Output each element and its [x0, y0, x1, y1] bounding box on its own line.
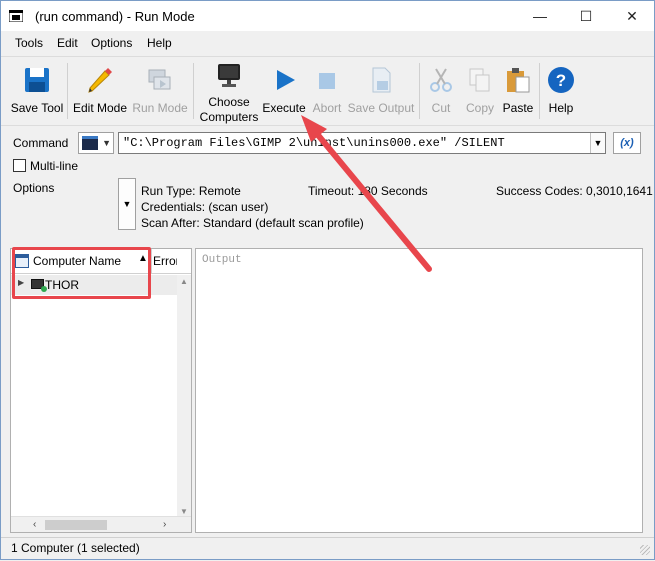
- status-bar: 1 Computer (1 selected): [1, 537, 654, 559]
- help-button[interactable]: ? Help: [543, 59, 579, 123]
- app-icon: [9, 10, 23, 22]
- title-bar: (run command) - Run Mode — ☐ ✕: [1, 1, 654, 31]
- output-panel[interactable]: Output: [195, 248, 643, 533]
- save-output-button[interactable]: Save Output: [345, 59, 417, 123]
- column-error[interactable]: Error: [153, 254, 177, 268]
- console-icon: [82, 136, 98, 150]
- toolbar-separator: [67, 63, 68, 119]
- help-question-icon: ?: [548, 67, 574, 93]
- chevron-down-icon: ▼: [122, 199, 132, 209]
- multiline-label: Multi-line: [30, 158, 79, 173]
- success-codes-text: Success Codes: 0,3010,1641: [496, 184, 653, 198]
- menu-tools[interactable]: Tools: [15, 36, 43, 50]
- help-label: Help: [548, 101, 574, 115]
- output-placeholder: Output: [202, 254, 242, 266]
- highlight-box: [12, 247, 151, 299]
- insert-variable-button[interactable]: (x): [613, 132, 641, 154]
- scroll-up-icon[interactable]: ▲: [177, 277, 191, 286]
- scroll-down-icon[interactable]: ▼: [177, 507, 191, 516]
- save-tool-button[interactable]: Save Tool: [9, 59, 65, 123]
- window-title: (run command) - Run Mode: [35, 9, 195, 24]
- toolbar-separator: [419, 63, 420, 119]
- stop-icon: [319, 73, 335, 89]
- maximize-button[interactable]: ☐: [563, 1, 609, 31]
- floppy-disk-icon: [25, 68, 49, 92]
- minimize-button[interactable]: —: [517, 1, 563, 31]
- close-button[interactable]: ✕: [609, 1, 655, 31]
- paste-label: Paste: [502, 101, 534, 115]
- copy-button[interactable]: Copy: [461, 59, 499, 123]
- scan-after-text: Scan After: Standard (default scan profi…: [141, 216, 364, 230]
- choose-computers-label-1: Choose: [208, 95, 250, 109]
- chevron-down-icon: ▼: [593, 138, 603, 148]
- paste-button[interactable]: Paste: [499, 59, 537, 123]
- menu-edit[interactable]: Edit: [57, 36, 78, 50]
- toolbar-separator: [193, 63, 194, 119]
- run-type-text: Run Type: Remote: [141, 184, 241, 198]
- save-tool-label: Save Tool: [10, 101, 64, 115]
- abort-button[interactable]: Abort: [309, 59, 345, 123]
- menu-help[interactable]: Help: [147, 36, 172, 50]
- play-icon: [277, 70, 295, 90]
- choose-computers-label-2: Computers: [199, 110, 259, 124]
- credentials-text: Credentials: (scan user): [141, 200, 269, 214]
- run-mode-icon: [148, 69, 171, 90]
- pencil-icon: [88, 68, 112, 93]
- command-history-dropdown[interactable]: ▼: [590, 133, 605, 153]
- toolbar: Save Tool Edit Mode Run Mode Choose Comp…: [1, 56, 654, 126]
- options-dropdown-button[interactable]: ▼: [118, 178, 136, 230]
- scroll-thumb[interactable]: [45, 520, 107, 530]
- scissors-icon: [430, 68, 452, 92]
- options-label: Options: [13, 181, 55, 195]
- scroll-left-icon[interactable]: ‹: [33, 519, 36, 530]
- run-mode-window: (run command) - Run Mode — ☐ ✕ Tools Edi…: [0, 0, 655, 560]
- status-text: 1 Computer (1 selected): [11, 541, 140, 555]
- copy-icon: [469, 68, 490, 92]
- cut-button[interactable]: Cut: [423, 59, 459, 123]
- scroll-right-icon[interactable]: ›: [163, 519, 166, 530]
- command-type-dropdown[interactable]: ▼: [78, 132, 114, 154]
- clipboard-icon: [507, 68, 530, 93]
- multiline-checkbox[interactable]: Multi-line: [13, 158, 78, 173]
- execute-button[interactable]: Execute: [261, 59, 307, 123]
- abort-label: Abort: [312, 101, 342, 115]
- command-input[interactable]: "C:\Program Files\GIMP 2\uninst\unins000…: [118, 132, 606, 154]
- run-mode-label: Run Mode: [132, 101, 188, 115]
- monitor-icon: [218, 64, 240, 87]
- save-output-label: Save Output: [347, 101, 415, 115]
- svg-text:?: ?: [556, 71, 566, 90]
- execute-label: Execute: [262, 101, 306, 115]
- chevron-down-icon: ▼: [102, 138, 111, 148]
- menu-bar: Tools Edit Options Help: [1, 32, 654, 54]
- save-output-icon: [372, 67, 391, 93]
- menu-options[interactable]: Options: [91, 36, 132, 50]
- command-label: Command: [13, 136, 69, 150]
- horizontal-scrollbar[interactable]: ‹ ›: [11, 516, 191, 532]
- run-mode-button[interactable]: Run Mode: [131, 59, 189, 123]
- vertical-scrollbar[interactable]: ▲ ▼: [177, 275, 191, 518]
- edit-mode-button[interactable]: Edit Mode: [71, 59, 129, 123]
- timeout-text: Timeout: 180 Seconds: [308, 184, 428, 198]
- choose-computers-button[interactable]: Choose Computers: [197, 59, 261, 124]
- resize-grip-icon[interactable]: [640, 545, 650, 555]
- cut-label: Cut: [431, 101, 451, 115]
- copy-label: Copy: [465, 101, 494, 115]
- checkbox-box[interactable]: [13, 159, 26, 173]
- column-divider[interactable]: [151, 249, 152, 274]
- toolbar-separator: [539, 63, 540, 119]
- edit-mode-label: Edit Mode: [72, 101, 128, 115]
